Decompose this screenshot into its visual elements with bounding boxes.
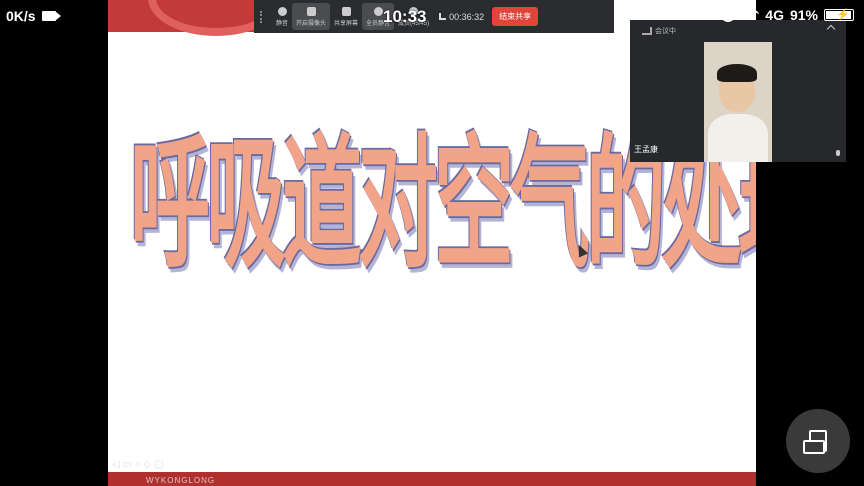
video-panel[interactable]: 会议中 王孟康: [630, 20, 846, 162]
wifi-icon: [741, 9, 760, 21]
mute-label: 静音: [276, 20, 289, 27]
alarm-icon: [721, 8, 736, 22]
mute-button[interactable]: 静音: [272, 3, 292, 30]
meeting-status: 会议中: [655, 28, 676, 35]
window-switch-icon: [803, 430, 827, 454]
net-speed: 0K/s: [6, 8, 36, 24]
participant-mic-icon: [836, 150, 840, 156]
camera-icon: [306, 6, 316, 16]
participant-name: 王孟康: [634, 145, 658, 154]
camera-button[interactable]: 开启摄像头: [292, 3, 331, 30]
battery-percent: 91%: [789, 7, 818, 23]
status-left: 0K/s: [6, 8, 61, 24]
mute-all-icon: [373, 6, 383, 16]
meeting-timer: 00:36:32: [439, 12, 484, 22]
clock: 10:33: [383, 7, 427, 26]
share-icon: [341, 6, 351, 16]
floating-window-button[interactable]: [786, 409, 850, 473]
share-label: 共享屏幕: [334, 20, 359, 27]
camera-status-icon: [41, 11, 61, 21]
timer-text: 00:36:32: [449, 11, 485, 22]
video-panel-header: 会议中: [630, 20, 846, 42]
share-screen-button[interactable]: 共享屏幕: [330, 3, 362, 30]
drag-handle-icon[interactable]: [260, 10, 266, 23]
end-share-button[interactable]: 结束共享: [492, 7, 539, 26]
collapse-icon[interactable]: [826, 24, 836, 34]
slide-footer-text: WYKONGLONG: [146, 476, 216, 485]
signal-icon: [642, 27, 652, 35]
network-type: 4G: [765, 7, 784, 23]
mic-icon: [277, 6, 287, 16]
camera-label: 开启摄像头: [296, 20, 327, 27]
signal-bars-icon: [439, 13, 447, 20]
status-right: 4G 91% ⚡: [721, 7, 854, 23]
battery-icon: ⚡: [824, 9, 854, 21]
slide-watermark: ◁ ▭ ○ ◇ ▢: [112, 459, 164, 470]
meeting-toolbar: 静音 开启摄像头 共享屏幕 全员静音 成员(45/45) 00:36:32 结束…: [254, 0, 614, 33]
participant-video: [704, 42, 772, 162]
